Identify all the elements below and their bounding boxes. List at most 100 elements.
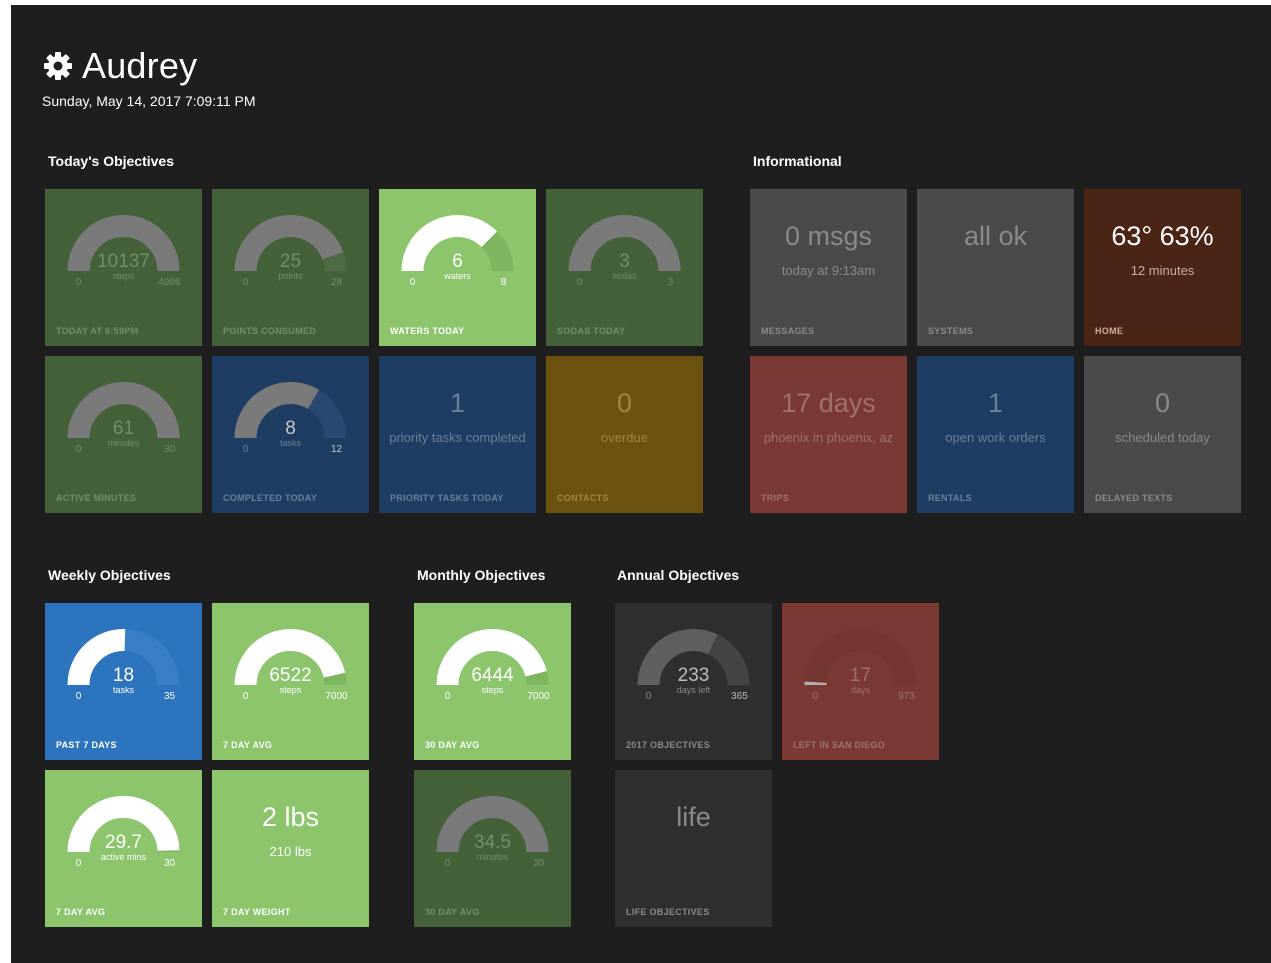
gauge: 6522steps 0 7000 bbox=[234, 628, 348, 702]
gauge: 29.7active mins 0 30 bbox=[67, 795, 180, 869]
tile-san-diego[interactable]: 17 days 0 973 LEFT IN SAN DIEGO bbox=[782, 603, 939, 760]
gauge-max: 973 bbox=[898, 691, 915, 702]
gauge-max: 7000 bbox=[325, 691, 348, 702]
gauge-value: 8 bbox=[285, 418, 296, 439]
gauge: 3sodas0 3 bbox=[568, 215, 681, 288]
gauge-max: 30 bbox=[164, 444, 176, 455]
gauge: 6waters 0 8 bbox=[401, 215, 514, 288]
section-monthly-title: Monthly Objectives bbox=[417, 567, 546, 583]
gauge-unit: tasks bbox=[113, 685, 135, 695]
tile-points-consumed[interactable]: 25 points 0 28 POINTS CONSUMED bbox=[212, 189, 369, 346]
gauge-max: 365 bbox=[731, 691, 748, 702]
tile-caption: ACTIVE MINUTES bbox=[56, 493, 137, 503]
tile-caption: PRIORITY TASKS TODAY bbox=[390, 493, 504, 503]
tile-caption: TODAY AT 6:59PM bbox=[56, 326, 139, 336]
gauge: 34.5minutes 0 30 bbox=[436, 796, 549, 869]
tile-big-value: 2 lbs bbox=[261, 802, 320, 832]
gauge-unit: steps bbox=[482, 685, 504, 695]
tile-home[interactable]: 63° 63% 12 minutes HOME bbox=[1084, 189, 1241, 346]
gauge-max: 8 bbox=[501, 277, 507, 288]
gauge-max: 35 bbox=[164, 691, 176, 702]
section-annual-title: Annual Objectives bbox=[617, 567, 740, 583]
gauge-value: 6 bbox=[452, 251, 463, 272]
tile-messages[interactable]: 0 msgs today at 9:13am MESSAGES bbox=[750, 189, 907, 346]
tile-caption: COMPLETED TODAY bbox=[223, 493, 318, 503]
tile-annual-objectives[interactable]: 233 days left 0 365 2017 OBJECTIVES bbox=[615, 603, 772, 760]
tile-weekly-tasks[interactable]: 18 tasks 0 35 PAST 7 DAYS bbox=[45, 603, 202, 760]
gauge-min: 0 bbox=[76, 858, 82, 869]
tile-caption: LEFT IN SAN DIEGO bbox=[793, 740, 886, 750]
tile-weekly-steps[interactable]: 6522 steps 0 7000 7 DAY AVG bbox=[212, 603, 369, 760]
gauge-unit: tasks bbox=[280, 438, 302, 448]
tile-big-value: all ok bbox=[963, 221, 1028, 251]
tile-sub-text: 210 lbs bbox=[269, 844, 312, 859]
tile-completed-today[interactable]: 8 tasks 0 12 COMPLETED TODAY bbox=[212, 356, 369, 513]
tile-caption: RENTALS bbox=[928, 493, 972, 503]
tile-sub-text: scheduled today bbox=[1115, 430, 1210, 445]
gauge-min: 0 bbox=[243, 277, 249, 288]
tile-caption: 7 DAY AVG bbox=[223, 740, 273, 750]
gauge-min: 0 bbox=[76, 444, 82, 455]
gauge-unit: active mins bbox=[101, 852, 147, 862]
tile-big-value: 17 days bbox=[781, 388, 876, 418]
tile-caption: 7 DAY AVG bbox=[56, 907, 106, 917]
gauge-fill bbox=[234, 382, 320, 439]
tile-contacts[interactable]: 0 overdue CONTACTS bbox=[546, 356, 703, 513]
tile-caption: 7 DAY WEIGHT bbox=[223, 907, 291, 917]
gauge-fill bbox=[401, 215, 498, 272]
tile-big-value: 0 bbox=[616, 388, 633, 418]
gauge: 8tasks 0 12 bbox=[234, 382, 347, 455]
tile-sub-text: priority tasks completed bbox=[389, 430, 526, 445]
tile-monthly-minutes[interactable]: 34.5 minutes 0 30 30 DAY AVG bbox=[414, 770, 571, 927]
gauge-min: 0 bbox=[76, 277, 82, 288]
gauge: 10137steps 0 4986 bbox=[67, 215, 181, 288]
gauge: 61minutes 0 30 bbox=[67, 382, 180, 455]
tile-waters-today[interactable]: 6 waters 0 8 WATERS TODAY bbox=[379, 189, 536, 346]
tile-big-value: 1 bbox=[987, 388, 1004, 418]
tile-big-value: 63° 63% bbox=[1111, 221, 1214, 251]
tile-trips[interactable]: 17 days phoenix in phoenix, az TRIPS bbox=[750, 356, 907, 513]
gauge-min: 0 bbox=[577, 277, 583, 288]
gauge-min: 0 bbox=[243, 444, 249, 455]
gauge-min: 0 bbox=[243, 691, 249, 702]
tile-caption: MESSAGES bbox=[761, 326, 815, 336]
tile-monthly-steps[interactable]: 6444 steps 0 7000 30 DAY AVG bbox=[414, 603, 571, 760]
tile-caption: DELAYED TEXTS bbox=[1095, 493, 1173, 503]
section-info-title: Informational bbox=[753, 153, 842, 169]
gauge-unit: steps bbox=[280, 685, 302, 695]
gauge-value: 61 bbox=[113, 418, 134, 439]
gauge: 6444steps 0 7000 bbox=[436, 629, 550, 702]
gauge-value: 25 bbox=[280, 251, 301, 272]
tile-priority-tasks[interactable]: 1 priority tasks completed PRIORITY TASK… bbox=[379, 356, 536, 513]
tile-rentals[interactable]: 1 open work orders RENTALS bbox=[917, 356, 1074, 513]
gauge-max: 7000 bbox=[527, 691, 550, 702]
gear-icon[interactable] bbox=[42, 50, 74, 82]
tile-big-value: 0 msgs bbox=[784, 221, 873, 251]
tile-delayed-texts[interactable]: 0 scheduled today DELAYED TEXTS bbox=[1084, 356, 1241, 513]
gauge-unit: points bbox=[278, 271, 303, 281]
gauge: 17days 0 973 bbox=[804, 629, 917, 702]
tile-steps-today[interactable]: 10137 steps 0 4986 TODAY AT 6:59PM bbox=[45, 189, 202, 346]
gauge-unit: minutes bbox=[477, 852, 509, 862]
tile-life-objectives[interactable]: life LIFE OBJECTIVES bbox=[615, 770, 772, 927]
tile-caption: WATERS TODAY bbox=[390, 326, 465, 336]
tile-sodas-today[interactable]: 3 sodas 0 3 SODAS TODAY bbox=[546, 189, 703, 346]
gauge-unit: waters bbox=[443, 271, 471, 281]
tile-active-minutes[interactable]: 61 minutes 0 30 ACTIVE MINUTES bbox=[45, 356, 202, 513]
tile-sub-text: 12 minutes bbox=[1130, 263, 1195, 278]
tile-caption: TRIPS bbox=[761, 493, 790, 503]
gauge-unit: steps bbox=[113, 271, 135, 281]
gauge-min: 0 bbox=[445, 858, 451, 869]
tile-sub-text: phoenix in phoenix, az bbox=[763, 430, 894, 445]
gauge-max: 30 bbox=[533, 858, 545, 869]
tile-weekly-active[interactable]: 29.7 active mins 0 30 7 DAY AVG bbox=[45, 770, 202, 927]
gauge-min: 0 bbox=[76, 691, 82, 702]
gauge-max: 28 bbox=[331, 277, 343, 288]
tile-weekly-weight[interactable]: 2 lbs 210 lbs 7 DAY WEIGHT bbox=[212, 770, 369, 927]
tile-caption: CONTACTS bbox=[557, 493, 609, 503]
tile-caption: SODAS TODAY bbox=[557, 326, 626, 336]
tile-caption: 2017 OBJECTIVES bbox=[626, 740, 711, 750]
gauge-max: 4986 bbox=[158, 277, 181, 288]
gauge: 18tasks 0 35 bbox=[67, 629, 180, 702]
tile-systems[interactable]: all ok SYSTEMS bbox=[917, 189, 1074, 346]
